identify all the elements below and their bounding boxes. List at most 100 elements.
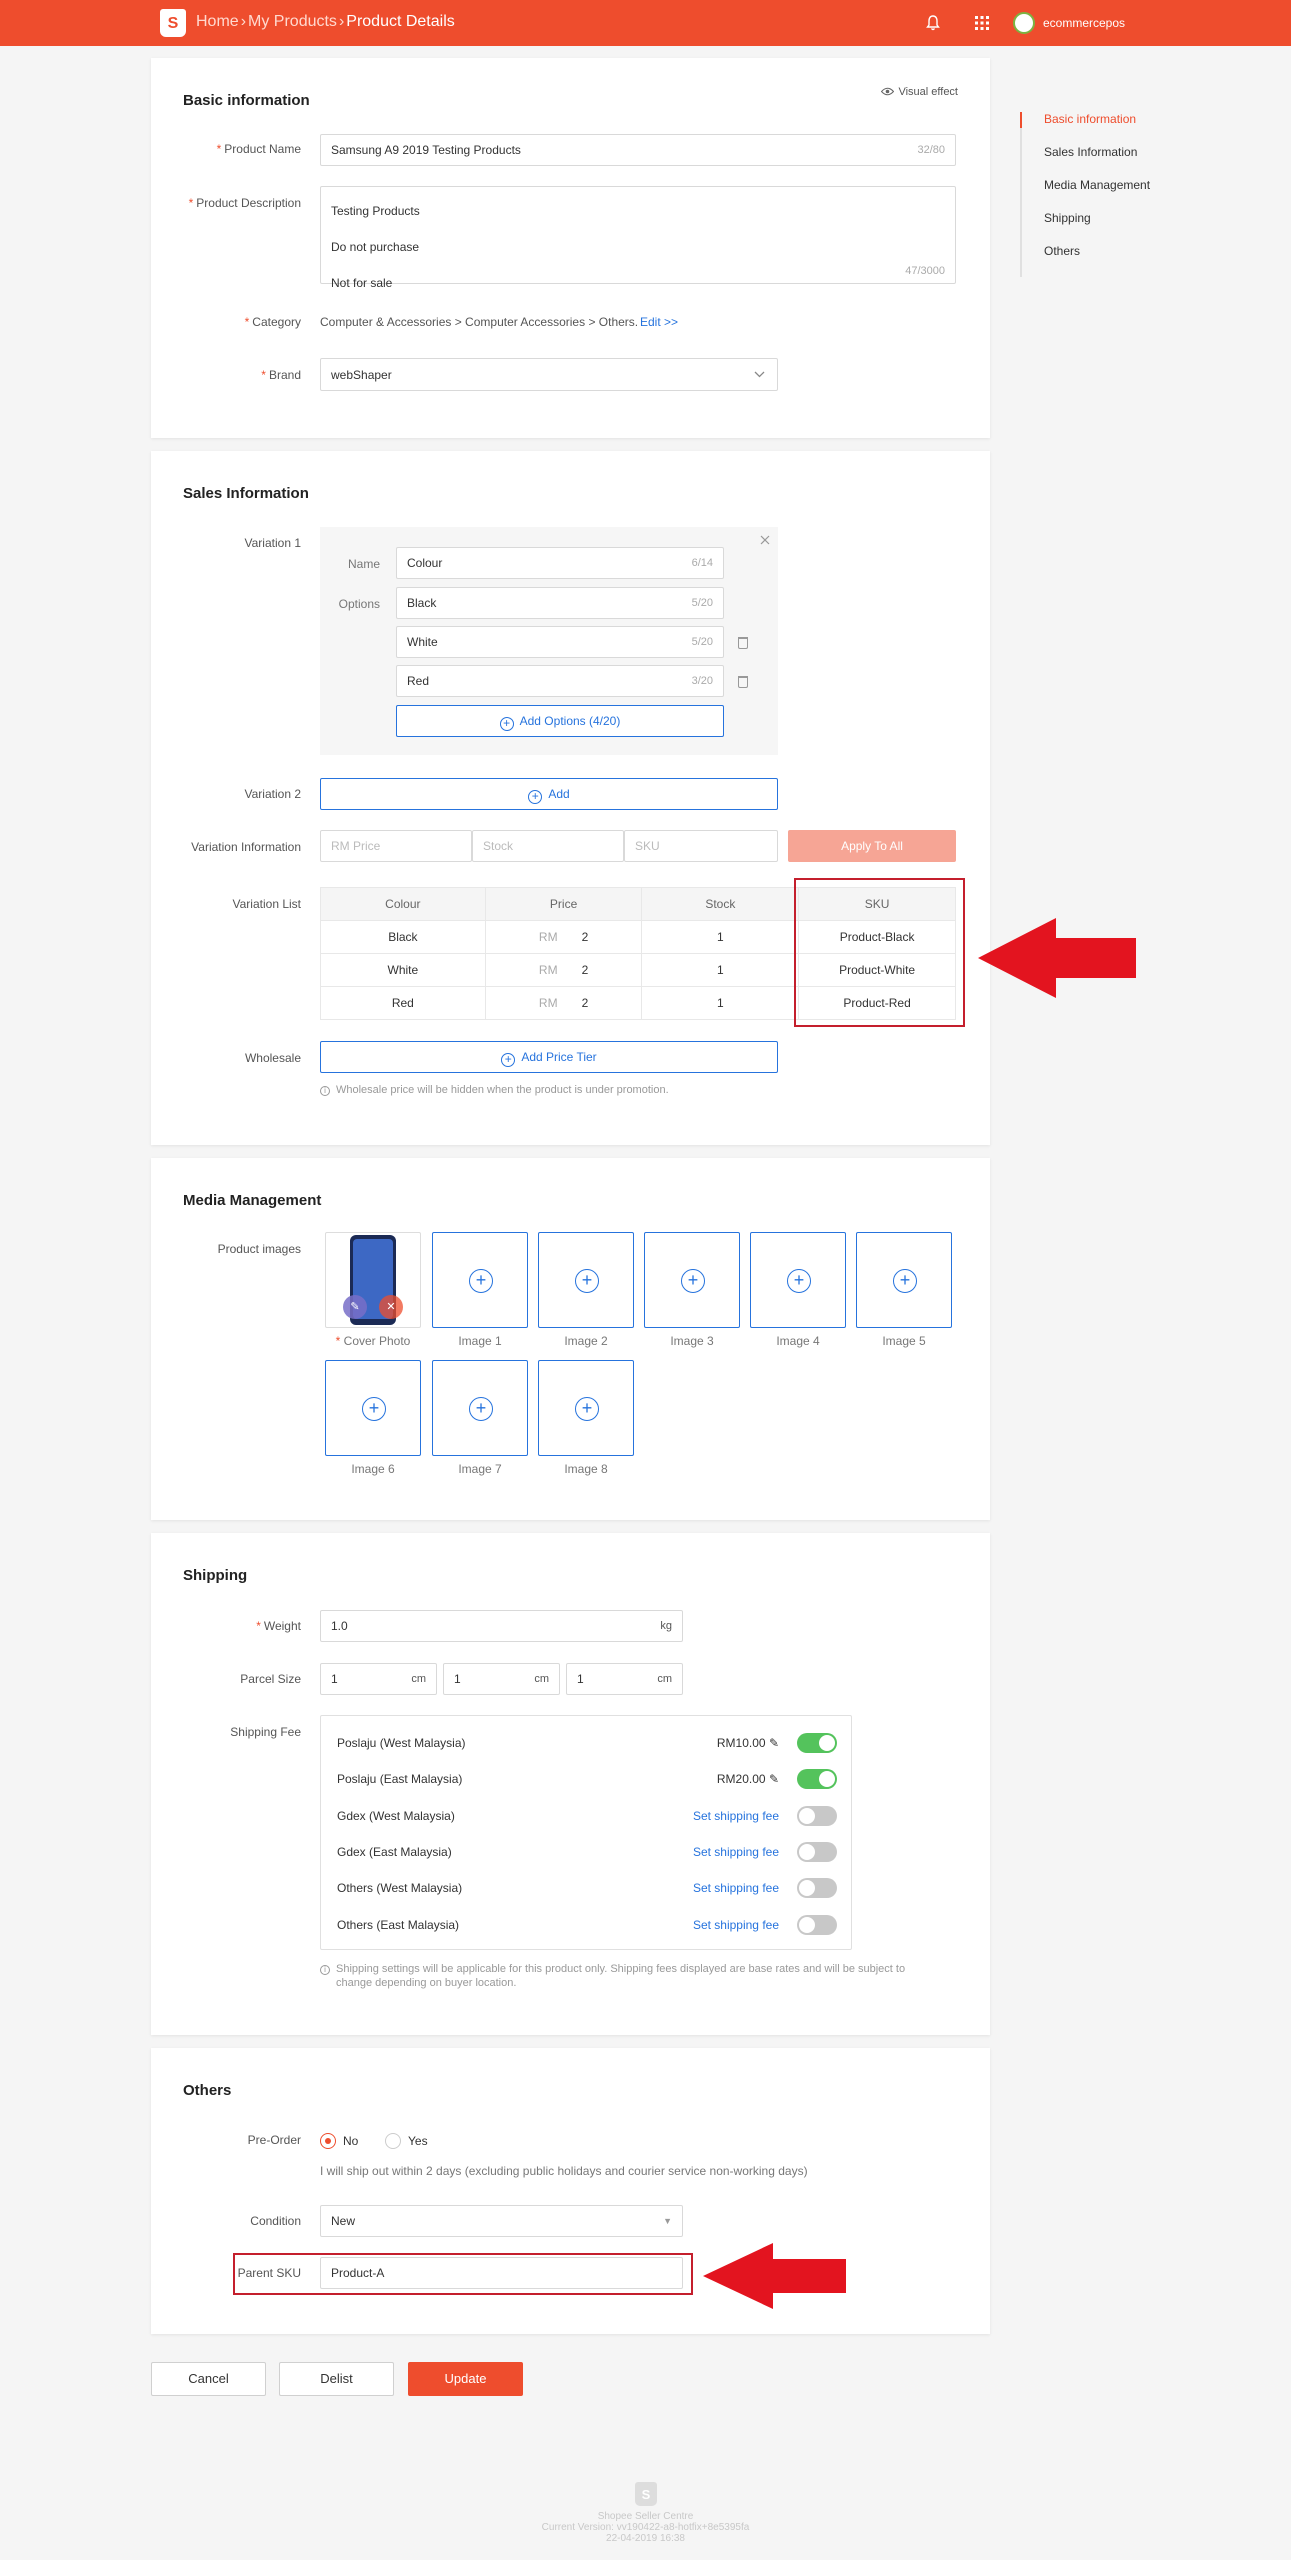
add-options-button[interactable]: + Add Options (4/20) — [396, 705, 724, 737]
add-price-tier-button[interactable]: + Add Price Tier — [320, 1041, 778, 1073]
pencil-icon: ✎ — [768, 1736, 779, 1750]
batch-sku-input[interactable]: SKU — [624, 830, 778, 862]
channel-toggle[interactable] — [797, 1733, 837, 1753]
set-shipping-fee-link[interactable]: Set shipping fee — [693, 1845, 779, 1859]
trash-icon[interactable] — [738, 676, 748, 688]
delist-button[interactable]: Delist — [279, 2362, 394, 2396]
char-counter: 32/80 — [917, 144, 945, 156]
edit-icon[interactable]: ✎ — [343, 1295, 367, 1319]
visual-effect-toggle[interactable]: Visual effect — [881, 86, 958, 98]
plus-circle-icon: + — [469, 1397, 493, 1421]
channel-fee[interactable]: RM10.00 ✎ — [717, 1736, 779, 1750]
option-input-red[interactable]: Red 3/20 — [396, 665, 724, 697]
pre-order-no-label[interactable]: No — [343, 2134, 358, 2148]
stock-placeholder: Stock — [483, 839, 514, 853]
cell-price-input[interactable]: RM 2 — [484, 953, 643, 987]
cover-photo-slot[interactable]: ✎ ✕ — [325, 1232, 421, 1328]
breadcrumb-my-products[interactable]: My Products — [248, 13, 337, 30]
section-title: Sales Information — [183, 485, 309, 502]
apply-to-all-button[interactable]: Apply To All — [788, 830, 956, 862]
sku-placeholder: SKU — [635, 839, 660, 853]
pre-order-yes-radio[interactable] — [385, 2133, 401, 2149]
product-description-textarea[interactable]: Testing Products Do not purchase Not for… — [320, 186, 956, 290]
char-counter: 3/20 — [691, 675, 713, 687]
image-slot-1[interactable]: + — [432, 1232, 528, 1328]
condition-select[interactable]: New ▼ — [320, 2205, 683, 2237]
update-button[interactable]: Update — [408, 2362, 523, 2396]
variation1-panel: Name Colour 6/14 Options Black 5/20 Whit… — [320, 527, 778, 755]
set-shipping-fee-link[interactable]: Set shipping fee — [693, 1881, 779, 1895]
image-slot-8[interactable]: + — [538, 1360, 634, 1456]
sidenav-item-shipping[interactable]: Shipping — [1022, 211, 1150, 244]
parcel-length-input[interactable]: 1 cm — [443, 1663, 560, 1695]
add-variation2-button[interactable]: + Add — [320, 778, 778, 810]
category-value: Computer & Accessories > Computer Access… — [320, 315, 639, 329]
breadcrumb-home[interactable]: Home — [196, 13, 239, 30]
apps-grid-icon[interactable] — [975, 16, 989, 30]
cell-price-input[interactable]: RM 2 — [484, 920, 643, 954]
image-slot-2[interactable]: + — [538, 1232, 634, 1328]
trash-icon[interactable] — [738, 637, 748, 649]
image-slot-4[interactable]: + — [750, 1232, 846, 1328]
bell-icon[interactable] — [926, 15, 940, 31]
wholesale-note: i Wholesale price will be hidden when the… — [320, 1083, 669, 1097]
cell-price-input[interactable]: RM 2 — [484, 986, 643, 1020]
breadcrumb: Home › My Products › Product Details — [196, 13, 455, 31]
weight-input[interactable]: 1.0 kg — [320, 1610, 683, 1642]
variation2-label: Variation 2 — [244, 787, 301, 801]
visual-effect-label: Visual effect — [898, 86, 958, 98]
variation-name-input[interactable]: Colour 6/14 — [396, 547, 724, 579]
image-slot-7[interactable]: + — [432, 1360, 528, 1456]
shopee-logo[interactable]: S — [160, 9, 186, 37]
sidenav-item-sales-information[interactable]: Sales Information — [1022, 145, 1150, 178]
plus-circle-icon: + — [528, 790, 543, 804]
image-slot-5[interactable]: + — [856, 1232, 952, 1328]
add-variation2-label: Add — [548, 787, 570, 801]
category-label: * Category — [244, 315, 301, 329]
option-input-white[interactable]: White 5/20 — [396, 626, 724, 658]
product-name-input[interactable]: Samsung A9 2019 Testing Products 32/80 — [320, 134, 956, 166]
user-name[interactable]: ecommercepos — [1043, 16, 1125, 30]
cell-stock-input[interactable]: 1 — [641, 953, 800, 987]
sidenav-item-basic-information[interactable]: Basic information — [1019, 112, 1150, 145]
variation1-label: Variation 1 — [244, 536, 301, 550]
cell-colour: Black — [320, 920, 486, 954]
option-input-black[interactable]: Black 5/20 — [396, 587, 724, 619]
set-shipping-fee-link[interactable]: Set shipping fee — [693, 1918, 779, 1932]
sidenav-item-others[interactable]: Others — [1022, 244, 1150, 277]
parcel-unit: cm — [657, 1673, 672, 1685]
batch-stock-input[interactable]: Stock — [472, 830, 624, 862]
avatar[interactable] — [1013, 12, 1035, 34]
pre-order-no-radio[interactable] — [320, 2133, 336, 2149]
cover-photo-caption: * Cover Photo — [335, 1334, 411, 1348]
sidenav-item-media-management[interactable]: Media Management — [1022, 178, 1150, 211]
cell-stock-input[interactable]: 1 — [641, 920, 800, 954]
batch-price-input[interactable]: RM Price — [320, 830, 472, 862]
image-caption: Image 6 — [351, 1462, 395, 1476]
basic-information-card: Basic information Visual effect * Product… — [151, 58, 990, 438]
delete-icon[interactable]: ✕ — [379, 1295, 403, 1319]
image-caption: Image 7 — [458, 1462, 502, 1476]
cancel-button[interactable]: Cancel — [151, 2362, 266, 2396]
pre-order-yes-label[interactable]: Yes — [408, 2134, 428, 2148]
char-counter: 6/14 — [691, 557, 713, 569]
channel-toggle[interactable] — [797, 1806, 837, 1826]
wholesale-label: Wholesale — [244, 1051, 301, 1065]
image-slot-3[interactable]: + — [644, 1232, 740, 1328]
cell-stock-input[interactable]: 1 — [641, 986, 800, 1020]
brand-select[interactable]: webShaper — [320, 358, 778, 391]
image-slot-6[interactable]: + — [325, 1360, 421, 1456]
channel-toggle[interactable] — [797, 1878, 837, 1898]
channel-toggle[interactable] — [797, 1769, 837, 1789]
parcel-height-input[interactable]: 1 cm — [566, 1663, 683, 1695]
channel-fee[interactable]: RM20.00 ✎ — [717, 1772, 779, 1786]
parcel-width-input[interactable]: 1 cm — [320, 1663, 437, 1695]
variation-name-label: Name — [347, 557, 380, 571]
product-description-label: * Product Description — [188, 196, 301, 210]
channel-toggle[interactable] — [797, 1842, 837, 1862]
set-shipping-fee-link[interactable]: Set shipping fee — [693, 1809, 779, 1823]
info-icon: i — [320, 1965, 330, 1975]
category-edit-link[interactable]: Edit >> — [640, 315, 678, 329]
channel-toggle[interactable] — [797, 1915, 837, 1935]
close-icon[interactable] — [760, 535, 770, 545]
